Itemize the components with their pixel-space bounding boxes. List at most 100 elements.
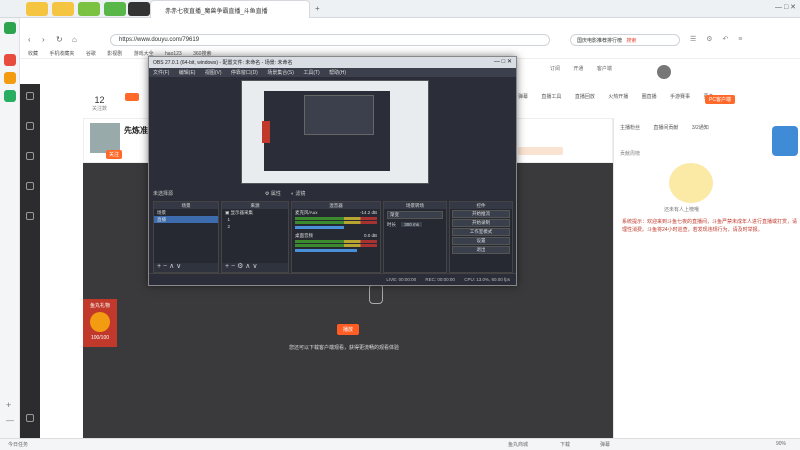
url-text: https://www.douyu.com/79619 — [119, 37, 200, 43]
window-controls[interactable]: — □ ✕ — [775, 3, 796, 11]
settings-button[interactable]: 设置 — [452, 237, 510, 245]
source-item[interactable]: 1 — [222, 216, 288, 223]
nested-obs-window — [304, 95, 374, 135]
new-tab-button[interactable]: + — [315, 4, 320, 13]
follow-count-block[interactable]: 12 关注数 — [92, 95, 107, 112]
chat-tabs: 主播粉丝 直播间贡献 3/2通知 — [620, 124, 709, 131]
obs-selected-source: 未选择源 — [153, 191, 174, 197]
rec-time: REC: 00:00:00 — [425, 277, 455, 282]
mixer-channel: 麦克风/Aux -14.2 dB — [292, 209, 380, 230]
obs-title-bar[interactable]: OBS 27.0.1 (64-bit, windows) - 配置文件: 未命名… — [149, 57, 516, 68]
scenes-dock-toolbar[interactable]: + − ∧ ∨ — [154, 263, 218, 272]
transition-select[interactable]: 渐变 — [387, 211, 443, 219]
sidenav-match[interactable] — [20, 212, 40, 221]
obs-menu-item[interactable]: 帮助(H) — [329, 70, 346, 76]
studio-mode-button[interactable]: 工作室模式 — [452, 228, 510, 236]
stream-nav-item[interactable]: 弹幕 — [518, 94, 528, 100]
stream-nav-item[interactable]: 直播工具 — [541, 94, 561, 100]
gift-panel[interactable]: 鱼丸礼物 100/100 — [83, 299, 117, 347]
obs-menu-item[interactable]: 停靠窗口(D) — [231, 70, 258, 76]
obs-menu-item[interactable]: 视图(V) — [205, 70, 222, 76]
gift-count: 100/100 — [90, 335, 110, 341]
stream-nav-item[interactable]: 圈直播 — [642, 94, 657, 100]
obs-taskbar-icon[interactable] — [128, 2, 150, 16]
user-header-icons[interactable]: 订阅 开通 客户端 — [550, 65, 612, 72]
start-recording-button[interactable]: 开始录制 — [452, 219, 510, 227]
tab-strip: 赤赤七夜直播_魔兽争霸直播_斗鱼直播 + — □ ✕ — [0, 0, 800, 18]
taskbar-app-icon[interactable] — [26, 2, 48, 16]
preview-capture — [241, 80, 429, 184]
chat-tab[interactable]: 3/2通知 — [692, 125, 709, 131]
taskbar-app-icon[interactable] — [78, 2, 100, 16]
obs-props-button[interactable]: ⚙ 属性 — [265, 190, 281, 197]
forward-icon[interactable]: › — [42, 35, 45, 44]
status-item[interactable]: 弹幕 — [600, 441, 610, 448]
chat-tab[interactable]: 直播间贡献 — [653, 125, 678, 131]
controls-dock-title: 控件 — [450, 202, 512, 209]
scene-item[interactable]: 场景 — [154, 209, 218, 216]
streamer-avatar[interactable] — [90, 123, 120, 153]
sidenav-game[interactable] — [20, 182, 40, 191]
sidebar-app-icon[interactable] — [4, 22, 16, 34]
tab-douyu[interactable]: 赤赤七夜直播_魔兽争霸直播_斗鱼直播 — [150, 0, 310, 18]
mixer-channel: 桌面音频 0.0 dB — [292, 230, 380, 253]
exit-button[interactable]: 退出 — [452, 246, 510, 254]
sidenav-follow[interactable] — [20, 92, 40, 101]
sidebar-app-icon[interactable] — [4, 72, 16, 84]
pc-client-button[interactable]: PC客户端 — [705, 95, 735, 104]
sidenav-category[interactable] — [20, 122, 40, 131]
reload-icon[interactable]: ↻ — [56, 35, 63, 44]
status-item[interactable]: 鱼丸商城 — [508, 441, 528, 448]
obs-filters-button[interactable]: ◐ 滤镜 — [291, 190, 305, 197]
zoom-level[interactable]: 90% — [776, 441, 786, 447]
home-icon[interactable]: ⌂ — [72, 35, 77, 44]
taskbar-app-icon[interactable] — [52, 2, 74, 16]
obs-menu-item[interactable]: 文件(F) — [153, 70, 169, 76]
bookmark-item[interactable]: 影视剧 — [107, 51, 122, 57]
event-badge[interactable] — [772, 126, 798, 156]
chat-tab[interactable]: 主播粉丝 — [620, 125, 640, 131]
bookmark-item[interactable]: 收藏 — [28, 51, 38, 57]
bookmark-item[interactable]: 谷歌 — [86, 51, 96, 57]
obs-menubar: 文件(F) 编辑(E) 视图(V) 停靠窗口(D) 场景集合(S) 工具(T) … — [149, 68, 516, 77]
play-button[interactable]: 播放 — [337, 324, 360, 335]
status-item[interactable]: 下载 — [560, 441, 570, 448]
bookmark-item[interactable]: 手机收藏夹 — [49, 51, 74, 57]
collapse-icon[interactable]: — — [6, 416, 14, 425]
sources-dock-toolbar[interactable]: + − ⚙ ∧ ∨ — [222, 263, 288, 272]
add-icon[interactable]: + — [6, 400, 11, 410]
source-item[interactable]: ▣ 显示器采集 — [222, 209, 288, 216]
url-input[interactable]: https://www.douyu.com/79619 — [110, 34, 550, 46]
sidebar-app-icon[interactable] — [4, 90, 16, 102]
follow-count: 12 — [94, 95, 105, 105]
sidenav-service[interactable] — [20, 414, 40, 423]
transitions-dock: 场景转场 渐变 时长 300 ms — [383, 201, 447, 273]
user-avatar[interactable] — [657, 65, 671, 79]
start-streaming-button[interactable]: 开始推流 — [452, 210, 510, 218]
obs-menu-item[interactable]: 编辑(E) — [179, 70, 196, 76]
obs-menu-item[interactable]: 工具(T) — [303, 70, 319, 76]
scene-item[interactable]: 直播 — [154, 216, 218, 223]
back-icon[interactable]: ‹ — [28, 35, 31, 44]
search-input[interactable]: 国庆电影推荐排行榜 搜索 — [570, 34, 680, 46]
stream-nav-item[interactable]: 直播回放 — [575, 94, 595, 100]
taskbar-app-icon[interactable] — [104, 2, 126, 16]
stream-nav-item[interactable]: 火热开播 — [608, 94, 628, 100]
stream-nav-item[interactable]: 手游赛事 — [670, 94, 690, 100]
toolbar-icons[interactable]: ☰ ⚙ ↶ ≡ — [690, 35, 746, 43]
sidebar-app-icon[interactable] — [4, 54, 16, 66]
duration-input[interactable]: 300 ms — [401, 222, 423, 227]
tab-title: 赤赤七夜直播_魔兽争霸直播_斗鱼直播 — [165, 9, 268, 15]
source-item[interactable]: 2 — [222, 223, 288, 230]
volume-slider[interactable] — [295, 226, 345, 229]
follow-button[interactable]: 关注 — [106, 150, 123, 159]
obs-menu-item[interactable]: 场景集合(S) — [267, 70, 294, 76]
sidenav-video[interactable] — [20, 152, 40, 161]
volume-slider[interactable] — [295, 249, 357, 252]
obs-window-controls[interactable]: — □ ✕ — [494, 58, 512, 65]
obs-window: OBS 27.0.1 (64-bit, windows) - 配置文件: 未命名… — [148, 56, 517, 286]
obs-preview[interactable] — [149, 77, 516, 188]
promo-banner[interactable] — [518, 147, 563, 155]
channel-name: 桌面音频 — [295, 233, 313, 238]
status-left[interactable]: 今日任务 — [8, 441, 28, 448]
